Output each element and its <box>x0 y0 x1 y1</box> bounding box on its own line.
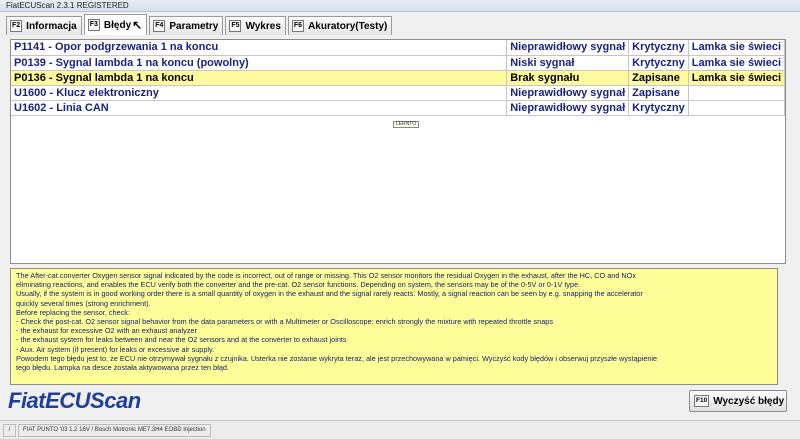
table-row[interactable]: P1141 - Opor podgrzewania 1 na koncu Nie… <box>11 40 786 56</box>
table-row-selected[interactable]: P0136 - Sygnal lambda 1 na koncu Brak sy… <box>11 70 786 86</box>
fault-type: Krytyczny <box>628 100 689 116</box>
fault-list-panel: P1141 - Opor podgrzewania 1 na koncu Nie… <box>10 39 786 264</box>
tab-label: Błędy <box>103 19 132 31</box>
fault-code: P1141 - Opor podgrzewania 1 na koncu <box>11 40 508 56</box>
app-logo: FiatECUScan <box>8 388 141 413</box>
description-line: Usually, if the system is in good workin… <box>16 289 643 299</box>
clear-errors-button[interactable]: F10 Wyczyść błędy <box>689 390 787 412</box>
status-bar: / FIAT PUNTO '03 1.2 16V / Bosch Motroni… <box>0 420 800 439</box>
status-slash: / <box>3 423 16 437</box>
description-line: The After-cat.converter Oxygen sensor si… <box>16 271 636 280</box>
fault-lamp <box>688 85 786 101</box>
fault-type: Krytyczny <box>628 55 689 71</box>
fault-lamp: Lamka sie świeci <box>688 40 786 56</box>
table-row[interactable]: P0139 - Sygnal lambda 1 na koncu (powoln… <box>11 55 786 71</box>
description-line: tego błędu. Lampka na desce została akty… <box>16 363 229 373</box>
tab-informacja[interactable]: F2 Informacja <box>6 16 82 35</box>
fault-code: P0136 - Sygnal lambda 1 na koncu <box>11 70 508 86</box>
fault-lamp <box>688 100 786 116</box>
fkey-badge: F2 <box>10 20 23 32</box>
fault-type: Zapisane <box>628 70 689 86</box>
fault-type: Krytyczny <box>628 40 689 56</box>
fault-code: U1602 - Linia CAN <box>11 100 508 116</box>
tab-label: Wykres <box>245 20 281 32</box>
fault-table: P1141 - Opor podgrzewania 1 na koncu Nie… <box>11 40 786 116</box>
fault-lamp: Lamka sie świeci <box>688 70 786 86</box>
fkey-badge: F10 <box>694 395 710 407</box>
description-line: quickly several times (strong enrichment… <box>16 298 151 308</box>
description-line: - Aux. Air system (if present) for leaks… <box>16 344 215 354</box>
tab-parametry[interactable]: F4 Parametry <box>149 16 224 35</box>
fkey-badge: F5 <box>229 20 242 32</box>
description-line: - the exhaust system for leaks between a… <box>16 335 347 345</box>
fault-status: Nieprawidłowy sygnał <box>506 40 630 56</box>
tab-bledy[interactable]: F3 Błędy ↖ <box>83 14 148 35</box>
mouse-cursor-icon: ↖ <box>132 18 143 32</box>
description-line: Before replacing the sensor, check: <box>16 307 130 317</box>
fault-description-box: The After-cat.converter Oxygen sensor si… <box>10 268 778 385</box>
center-tag: LERNTO <box>393 121 419 128</box>
fault-status: Nieprawidłowy sygnał <box>506 85 630 101</box>
window-title: FiatECUScan 2.3.1 REGISTERED <box>0 0 800 12</box>
fault-lamp: Lamka sie świeci <box>688 55 786 71</box>
fault-code: P0139 - Sygnal lambda 1 na koncu (powoln… <box>11 55 508 71</box>
description-line: eliminating reactions, and enables the E… <box>16 280 581 290</box>
description-line: - Check the post-cat. O2 sensor signal b… <box>16 317 553 327</box>
description-line: - the exhaust for excessive O2 with an e… <box>16 326 197 336</box>
fault-status: Brak sygnału <box>506 70 630 86</box>
tab-bar: F2 Informacja F3 Błędy ↖ F4 Parametry F5 Wykr… <box>6 14 394 35</box>
tab-label: Parametry <box>169 20 219 32</box>
fault-type: Zapisane <box>628 85 689 101</box>
fault-status: Niski sygnał <box>506 55 630 71</box>
tab-label: Akuratory(Testy) <box>308 20 388 32</box>
status-vehicle: FIAT PUNTO '03 1.2 16V / Bosch Motronic … <box>18 423 211 437</box>
table-row[interactable]: U1600 - Klucz elektroniczny Nieprawidłow… <box>11 85 786 101</box>
tab-label: Informacja <box>26 20 77 32</box>
fkey-badge: F3 <box>87 19 100 31</box>
fault-code: U1600 - Klucz elektroniczny <box>11 85 508 101</box>
table-row[interactable]: U1602 - Linia CAN Nieprawidłowy sygnał K… <box>11 100 786 116</box>
description-line: Powodem tego błędu jest to, że ECU nie o… <box>16 353 658 363</box>
clear-errors-label: Wyczyść błędy <box>713 395 785 407</box>
fault-status: Nieprawidłowy sygnał <box>506 100 630 116</box>
tab-wykres[interactable]: F5 Wykres <box>225 16 286 35</box>
fkey-badge: F4 <box>153 20 166 32</box>
tab-akuratory[interactable]: F6 Akuratory(Testy) <box>287 16 393 35</box>
fkey-badge: F6 <box>291 20 305 32</box>
